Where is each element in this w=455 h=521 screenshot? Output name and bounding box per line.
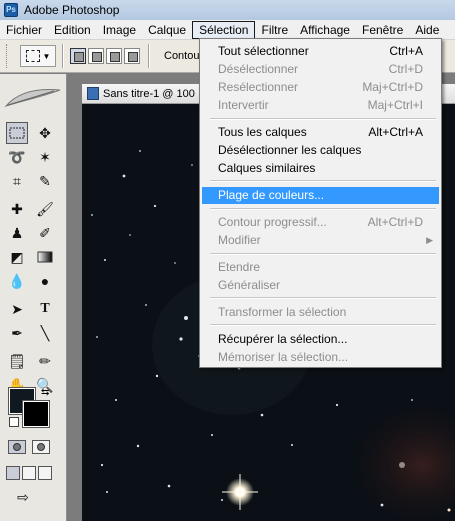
menu-item-grow[interactable]: Etendre <box>202 259 439 276</box>
gradient-tool-icon[interactable] <box>34 246 56 268</box>
menu-item-feather[interactable]: Contour progressif... Alt+Ctrl+D <box>202 214 439 231</box>
photoshop-icon: Ps <box>4 3 18 17</box>
healing-brush-tool-icon[interactable]: ✚ <box>6 198 28 220</box>
add-selection-mode-button[interactable] <box>88 48 104 64</box>
crop-tool-icon[interactable]: ⌗ <box>6 170 28 192</box>
options-separator <box>148 44 150 68</box>
history-brush-tool-icon[interactable]: ✐ <box>34 222 56 244</box>
quick-mask-mode-button[interactable] <box>32 440 50 454</box>
magic-wand-tool-icon[interactable]: ✶ <box>34 146 56 168</box>
menu-separator <box>210 180 436 182</box>
menu-item-inverse[interactable]: Intervertir Maj+Ctrl+I <box>202 97 439 114</box>
default-colors-icon[interactable] <box>9 417 19 427</box>
menu-fenetre[interactable]: Fenêtre <box>356 21 409 39</box>
blur-tool-icon[interactable]: 💧 <box>6 270 28 292</box>
rect-marquee-icon <box>25 50 40 62</box>
notes-tool-icon[interactable]: 🗒 <box>6 350 28 372</box>
subtract-selection-mode-button[interactable] <box>106 48 122 64</box>
menu-calque[interactable]: Calque <box>142 21 192 39</box>
dodge-tool-icon[interactable]: ● <box>34 270 56 292</box>
toolbox: ✥ ➰ ✶ ⌗ ✎ ✚ 🖌 ♟ ✐ ◩ 💧 ● ➤ T ✒ ╲ 🗒 ✏ ✋ 🔍 … <box>0 74 67 521</box>
feather-logo-icon <box>4 89 61 107</box>
options-separator <box>62 44 64 68</box>
background-color-swatch[interactable] <box>22 400 50 428</box>
menu-affichage[interactable]: Affichage <box>294 21 356 39</box>
menu-separator <box>210 324 436 326</box>
menu-edition[interactable]: Edition <box>48 21 97 39</box>
lasso-tool-icon[interactable]: ➰ <box>6 146 28 168</box>
move-tool-icon[interactable]: ✥ <box>34 122 56 144</box>
rect-marquee-tool-icon[interactable] <box>6 122 28 144</box>
menu-item-color-range[interactable]: Plage de couleurs... <box>202 187 439 204</box>
options-grip[interactable] <box>6 44 10 68</box>
standard-mode-button[interactable] <box>8 440 26 454</box>
swap-colors-icon[interactable]: ⇆ <box>41 387 49 398</box>
full-screen-mode-button[interactable] <box>38 466 52 480</box>
menu-item-deselect[interactable]: Désélectionner Ctrl+D <box>202 61 439 78</box>
menu-separator <box>210 118 436 120</box>
menu-item-deselect-layers[interactable]: Désélectionner les calques <box>202 142 439 159</box>
menu-image[interactable]: Image <box>97 21 142 39</box>
jump-to-imageready-icon[interactable]: ⇨ <box>8 486 38 508</box>
path-selection-tool-icon[interactable]: ➤ <box>6 298 28 320</box>
brush-tool-icon[interactable]: 🖌 <box>34 198 56 220</box>
menu-filtre[interactable]: Filtre <box>255 21 294 39</box>
menu-separator <box>210 208 436 210</box>
window-title: Adobe Photoshop <box>24 3 120 17</box>
menu-separator <box>210 297 436 299</box>
menu-item-similar-layers[interactable]: Calques similaires <box>202 160 439 177</box>
full-screen-menu-mode-button[interactable] <box>22 466 36 480</box>
standard-screen-mode-button[interactable] <box>6 466 20 480</box>
menu-item-reselect[interactable]: Resélectionner Maj+Ctrl+D <box>202 79 439 96</box>
menu-fichier[interactable]: Fichier <box>0 21 48 39</box>
menu-separator <box>210 253 436 255</box>
intersect-selection-mode-button[interactable] <box>124 48 140 64</box>
menu-item-save-selection[interactable]: Mémoriser la sélection... <box>202 349 439 366</box>
menu-item-modify[interactable]: Modifier ▶ <box>202 232 439 249</box>
menu-bar: Fichier Edition Image Calque Sélection F… <box>0 20 455 40</box>
selection-menu: Tout sélectionner Ctrl+A Désélectionner Ct… <box>199 38 442 368</box>
pen-tool-icon[interactable]: ✒ <box>6 322 28 344</box>
title-bar: Ps Adobe Photoshop <box>0 0 455 20</box>
tool-preset-picker[interactable]: ▼ <box>20 45 56 67</box>
eyedropper-tool-icon[interactable]: ✏ <box>34 350 56 372</box>
menu-item-similar[interactable]: Généraliser <box>202 277 439 294</box>
type-tool-icon[interactable]: T <box>34 298 56 320</box>
menu-item-select-all[interactable]: Tout sélectionner Ctrl+A <box>202 43 439 60</box>
submenu-arrow-icon: ▶ <box>426 235 433 245</box>
line-tool-icon[interactable]: ╲ <box>34 322 56 344</box>
new-selection-mode-button[interactable] <box>70 48 86 64</box>
menu-aide[interactable]: Aide <box>409 21 445 39</box>
slice-tool-icon[interactable]: ✎ <box>34 170 56 192</box>
menu-item-all-layers[interactable]: Tous les calques Alt+Ctrl+A <box>202 124 439 141</box>
menu-selection[interactable]: Sélection <box>192 20 256 39</box>
eraser-tool-icon[interactable]: ◩ <box>6 246 28 268</box>
chevron-down-icon: ▼ <box>42 51 51 61</box>
document-title: Sans titre-1 @ 100 <box>103 87 195 100</box>
menu-item-transform-selection[interactable]: Transformer la sélection <box>202 304 439 321</box>
clone-stamp-tool-icon[interactable]: ♟ <box>6 222 28 244</box>
menu-item-load-selection[interactable]: Récupérer la sélection... <box>202 331 439 348</box>
document-icon <box>87 87 99 100</box>
